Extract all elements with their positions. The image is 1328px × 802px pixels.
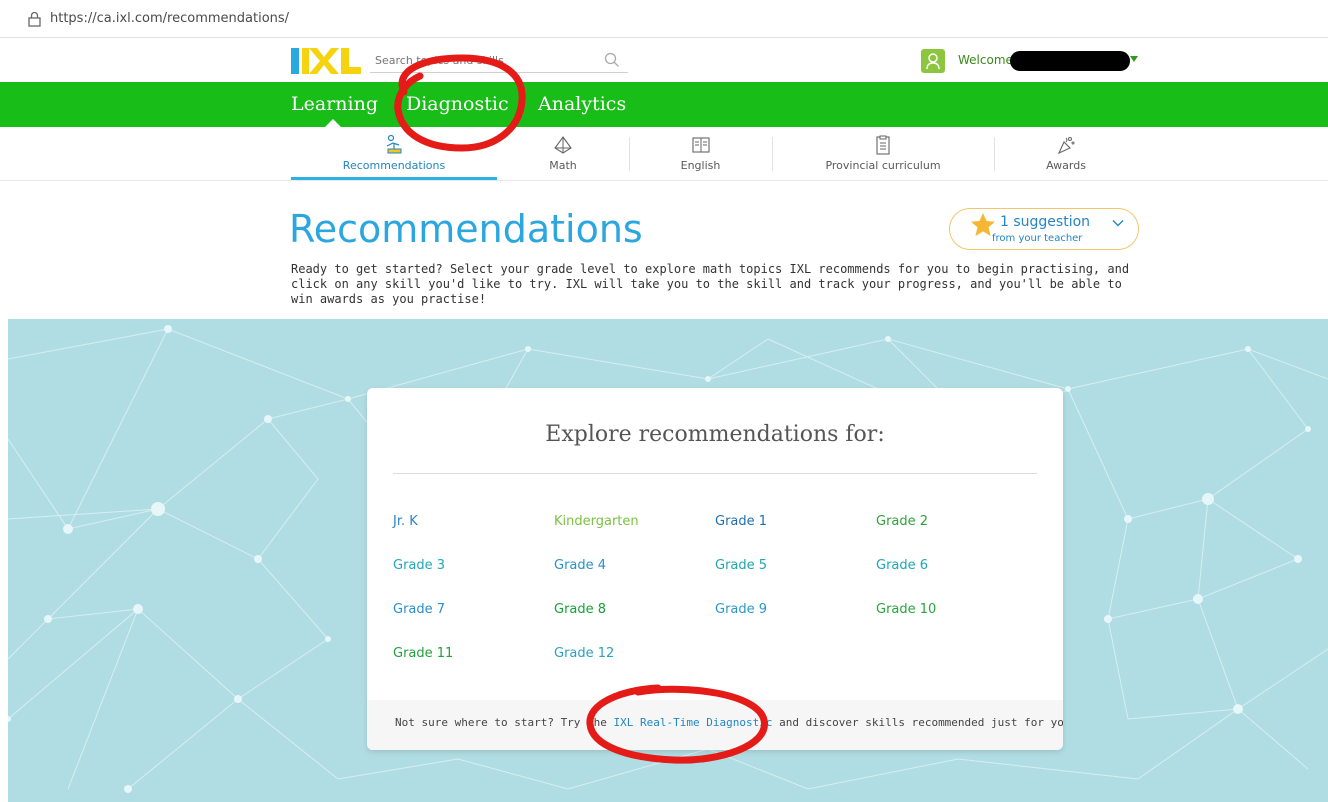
chevron-down-icon[interactable] (1130, 56, 1138, 62)
grade-link-6[interactable]: Grade 6 (876, 558, 928, 573)
awards-icon (1057, 137, 1075, 155)
math-icon (554, 136, 572, 154)
grade-link-8[interactable]: Grade 8 (554, 602, 606, 617)
footer-suffix: and discover skills recommended just for… (772, 716, 1063, 729)
grade-link-12[interactable]: Grade 12 (554, 646, 614, 661)
subnav-divider (629, 137, 630, 171)
tab-diagnostic[interactable]: Diagnostic (406, 93, 509, 115)
user-icon (926, 53, 940, 70)
curriculum-icon (876, 135, 890, 155)
subnav-divider (994, 137, 995, 171)
suggestion-source: from your teacher (992, 233, 1083, 244)
subnav-label: Awards (1046, 159, 1086, 172)
grade-link-jr-k[interactable]: Jr. K (393, 514, 418, 529)
grade-link-3[interactable]: Grade 3 (393, 558, 445, 573)
redacted-username (1010, 51, 1130, 71)
grade-link-4[interactable]: Grade 4 (554, 558, 606, 573)
recommendations-icon (386, 134, 402, 154)
suggestion-count: 1 suggestion (1000, 214, 1091, 230)
card-footer: Not sure where to start? Try the IXL Rea… (367, 700, 1063, 750)
grade-link-7[interactable]: Grade 7 (393, 602, 445, 617)
card-title: Explore recommendations for: (545, 422, 885, 447)
subnav-item-provincial-curriculum[interactable]: Provincial curriculum (772, 127, 994, 180)
ixl-logo[interactable] (291, 48, 361, 74)
search-icon[interactable] (604, 52, 620, 68)
grade-link-1[interactable]: Grade 1 (715, 514, 767, 529)
grade-link-kindergarten[interactable]: Kindergarten (554, 514, 639, 529)
subnav-item-recommendations[interactable]: Recommendations (291, 127, 497, 180)
grade-link-2[interactable]: Grade 2 (876, 514, 928, 529)
active-tab-pointer (325, 119, 341, 127)
page-title: Recommendations (289, 207, 643, 251)
intro-text: Ready to get started? Select your grade … (291, 262, 1130, 306)
lock-icon (28, 11, 41, 27)
real-time-diagnostic-link[interactable]: IXL Real-Time Diagnostic (614, 716, 773, 729)
chevron-down-icon (1112, 220, 1124, 227)
teacher-suggestion-button[interactable]: 1 suggestion from your teacher (949, 208, 1139, 250)
subnav-divider (772, 137, 773, 171)
search-box[interactable] (370, 49, 628, 73)
search-input[interactable] (370, 49, 595, 72)
avatar[interactable] (921, 49, 945, 73)
grade-link-5[interactable]: Grade 5 (715, 558, 767, 573)
subnav-label: Math (549, 159, 577, 172)
main-nav: Learning Diagnostic Analytics (0, 82, 1328, 127)
url-text[interactable]: https://ca.ixl.com/recommendations/ (50, 11, 289, 26)
subnav-item-awards[interactable]: Awards (994, 127, 1138, 180)
subnav-label: Provincial curriculum (825, 159, 941, 172)
tab-learning[interactable]: Learning (291, 93, 378, 115)
subnav-label: English (680, 159, 721, 172)
divider (393, 473, 1037, 474)
english-icon (691, 137, 710, 153)
subnav-item-math[interactable]: Math (497, 127, 629, 180)
grade-link-11[interactable]: Grade 11 (393, 646, 453, 661)
sub-nav: Recommendations Math English Provincial … (0, 127, 1328, 181)
welcome-label[interactable]: Welcome (958, 53, 1013, 67)
subnav-label: Recommendations (342, 159, 446, 172)
browser-address-bar[interactable]: https://ca.ixl.com/recommendations/ (0, 0, 1328, 38)
footer-prefix: Not sure where to start? Try the (395, 716, 614, 729)
explore-recommendations-card: Explore recommendations for: Jr. K Kinde… (367, 388, 1063, 750)
diagnostic-prompt: Not sure where to start? Try the IXL Rea… (395, 716, 1063, 729)
tab-analytics[interactable]: Analytics (538, 93, 626, 115)
subnav-item-english[interactable]: English (629, 127, 772, 180)
grade-link-9[interactable]: Grade 9 (715, 602, 767, 617)
grade-link-10[interactable]: Grade 10 (876, 602, 936, 617)
